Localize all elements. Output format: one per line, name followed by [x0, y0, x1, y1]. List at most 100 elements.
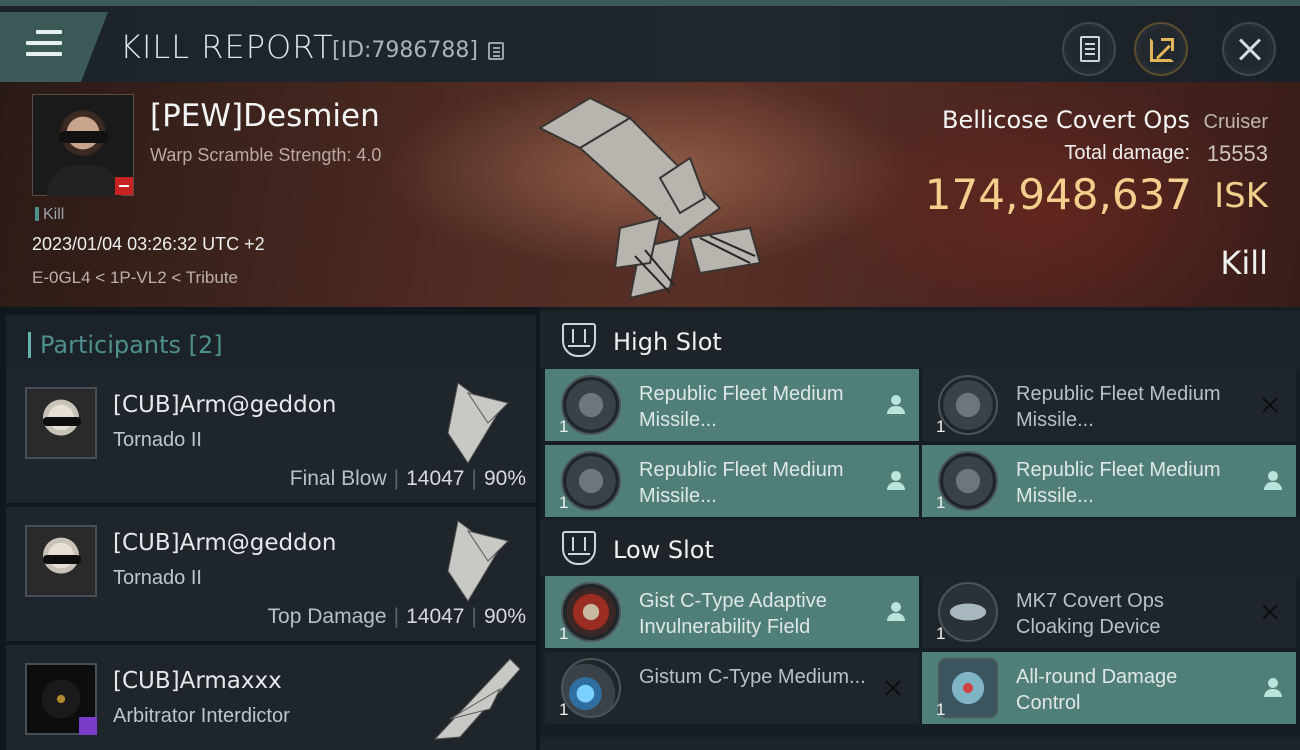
- participant-name: [CUB]Armaxxx: [113, 668, 282, 694]
- participant-card[interactable]: [CUB]Arm@geddon Tornado II Final Blow | 14…: [6, 369, 536, 503]
- module-name: Republic Fleet Medium Missile...: [1016, 383, 1221, 431]
- module-slot[interactable]: 1 Republic Fleet Medium Missile...: [545, 369, 919, 441]
- participant-avatar[interactable]: [25, 663, 97, 735]
- high-slot-icon: [562, 323, 596, 357]
- module-quantity: 1: [936, 417, 946, 436]
- title-bar: KILL REPORT [ID:7986788]: [0, 0, 1300, 82]
- damage-control-icon: [938, 658, 998, 718]
- participant-card[interactable]: [CUB]Arm@geddon Tornado II Top Damage | 14…: [6, 507, 536, 641]
- module-quantity: 1: [559, 624, 569, 643]
- module-name: Republic Fleet Medium Missile...: [1016, 459, 1221, 507]
- module-name: Republic Fleet Medium Missile...: [639, 459, 844, 507]
- destroyed-x-icon: [1260, 395, 1280, 415]
- participants-title: Participants [2]: [40, 331, 223, 359]
- participants-header: Participants [2]: [6, 315, 536, 373]
- owner-icon: [887, 471, 905, 491]
- participant-stats: Top Damage | 14047 | 90%: [267, 605, 526, 628]
- participant-avatar[interactable]: [25, 525, 97, 597]
- clipboard-icon: [1080, 36, 1100, 62]
- clipboard-button[interactable]: [1062, 22, 1116, 76]
- module-quantity: 1: [936, 493, 946, 512]
- module-quantity: 1: [559, 417, 569, 436]
- copy-icon[interactable]: [488, 42, 504, 60]
- minus-badge-icon: [115, 177, 133, 195]
- missile-launcher-icon: [561, 451, 621, 511]
- close-icon: [1239, 38, 1261, 61]
- corp-badge-icon: [79, 717, 97, 735]
- module-name: All-round Damage Control: [1016, 666, 1178, 714]
- participant-ship: Tornado II: [113, 429, 202, 451]
- kill-tag: Kill: [35, 206, 64, 224]
- isk-value: 174,948,637: [924, 170, 1192, 219]
- share-button[interactable]: [1134, 22, 1188, 76]
- warp-scramble-strength: Warp Scramble Strength: 4.0: [150, 145, 382, 165]
- participant-stats: Final Blow | 14047 | 90%: [289, 467, 526, 490]
- module-slot[interactable]: 1 Republic Fleet Medium Missile...: [922, 369, 1296, 441]
- participant-ship-image: [433, 658, 521, 740]
- participant-card[interactable]: [CUB]Armaxxx Arbitrator Interdictor: [6, 645, 536, 750]
- participant-ship-image: [447, 520, 509, 602]
- close-button[interactable]: [1222, 22, 1276, 76]
- kill-result: Kill: [1220, 244, 1268, 282]
- high-slot-header: High Slot: [540, 311, 1300, 369]
- victim-ship-class: Cruiser: [1203, 111, 1268, 133]
- module-slot[interactable]: 1 All-round Damage Control: [922, 652, 1296, 724]
- next-section-header: [540, 737, 1300, 750]
- booster-module-icon: [561, 658, 621, 718]
- total-damage-value: 15553: [1206, 141, 1268, 166]
- participants-panel: Participants [2] [CUB]Arm@geddon Tornado…: [0, 307, 540, 750]
- kill-location: E-0GL4 < 1P-VL2 < Tribute: [32, 268, 239, 287]
- total-damage-label: Total damage:: [1064, 142, 1190, 164]
- participant-percent: 90%: [483, 605, 526, 628]
- module-slot[interactable]: 1 Gistum C-Type Medium...: [545, 652, 919, 724]
- module-quantity: 1: [936, 700, 946, 719]
- low-slot-icon: [562, 531, 596, 565]
- module-slot[interactable]: 1 Republic Fleet Medium Missile...: [545, 445, 919, 517]
- module-slot[interactable]: 1 Gist C-Type Adaptive Invulnerability F…: [545, 576, 919, 648]
- participant-stat-label: Top Damage: [267, 605, 387, 628]
- module-quantity: 1: [559, 700, 569, 719]
- module-slot[interactable]: 1 Republic Fleet Medium Missile...: [922, 445, 1296, 517]
- victim-ship-image[interactable]: [520, 88, 780, 303]
- module-quantity: 1: [559, 493, 569, 512]
- cloaking-device-icon: [938, 582, 998, 642]
- participant-ship-image: [447, 382, 509, 464]
- participant-damage: 14047: [406, 467, 465, 490]
- module-name: MK7 Covert Ops Cloaking Device: [1016, 590, 1164, 638]
- high-slot-title: High Slot: [613, 328, 722, 356]
- missile-launcher-icon: [938, 451, 998, 511]
- victim-avatar[interactable]: [32, 94, 134, 197]
- module-slot[interactable]: 1 MK7 Covert Ops Cloaking Device: [922, 576, 1296, 648]
- victim-name[interactable]: [PEW]Desmien: [150, 98, 380, 134]
- isk-unit: ISK: [1214, 176, 1268, 216]
- shield-module-icon: [561, 582, 621, 642]
- kill-timestamp: 2023/01/04 03:26:32 UTC +2: [32, 234, 265, 254]
- missile-launcher-icon: [938, 375, 998, 435]
- victim-ship-name[interactable]: Bellicose Covert Ops: [942, 106, 1190, 134]
- page-title: KILL REPORT: [120, 28, 334, 66]
- owner-icon: [1264, 678, 1282, 698]
- menu-icon: [26, 30, 62, 60]
- owner-icon: [1264, 471, 1282, 491]
- destroyed-x-icon: [883, 678, 903, 698]
- share-icon: [1150, 38, 1174, 62]
- participant-percent: 90%: [483, 467, 526, 490]
- menu-button[interactable]: [0, 12, 108, 82]
- participant-stat-label: Final Blow: [289, 467, 387, 490]
- participant-name: [CUB]Arm@geddon: [113, 530, 337, 556]
- missile-launcher-icon: [561, 375, 621, 435]
- module-name: Gistum C-Type Medium...: [639, 666, 866, 688]
- low-slot-title: Low Slot: [613, 536, 714, 564]
- owner-icon: [887, 395, 905, 415]
- low-slot-header: Low Slot: [540, 519, 1300, 577]
- destroyed-x-icon: [1260, 602, 1280, 622]
- owner-icon: [887, 602, 905, 622]
- participant-ship: Tornado II: [113, 567, 202, 589]
- module-name: Gist C-Type Adaptive Invulnerability Fie…: [639, 590, 827, 638]
- participant-damage: 14047: [406, 605, 465, 628]
- module-quantity: 1: [936, 624, 946, 643]
- participant-avatar[interactable]: [25, 387, 97, 459]
- module-name: Republic Fleet Medium Missile...: [639, 383, 844, 431]
- participant-ship: Arbitrator Interdictor: [113, 705, 290, 727]
- fittings-panel: High Slot 1 Republic Fleet Medium Missil…: [540, 307, 1300, 750]
